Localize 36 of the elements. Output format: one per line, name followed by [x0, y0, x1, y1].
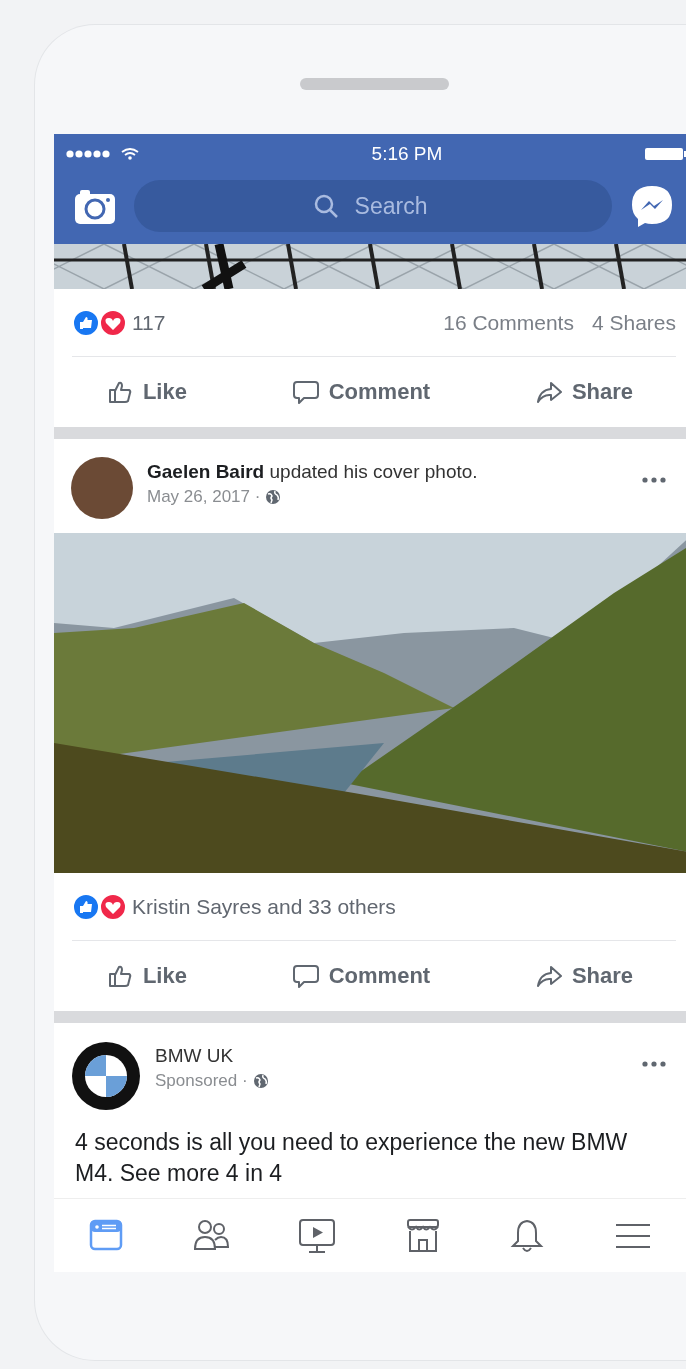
share-button[interactable]: Share [527, 959, 642, 993]
logo-icon[interactable] [71, 1041, 141, 1111]
comment-count[interactable]: 16 Comments [443, 310, 574, 335]
globe-icon [252, 1073, 269, 1089]
comment-button[interactable]: Comment [284, 375, 439, 409]
post-title: BMW UK [155, 1045, 235, 1067]
like-icon [106, 379, 133, 405]
comment-button[interactable]: Comment [284, 959, 439, 993]
signal-wifi-icon [66, 147, 140, 161]
reaction-summary[interactable]: Kristin Sayres and 33 others [132, 894, 396, 919]
search-field[interactable]: Search [134, 180, 612, 232]
post-title: Gaelen Baird updated his cover photo. [147, 461, 479, 483]
more-icon[interactable] [642, 1061, 666, 1067]
globe-icon [265, 489, 282, 505]
battery-icon [644, 147, 686, 161]
status-time: 5:16 PM [371, 143, 443, 165]
like-button[interactable]: Like [98, 959, 195, 993]
camera-icon[interactable] [74, 188, 116, 224]
comment-icon [292, 379, 319, 405]
post-text: 4 seconds is all you need to experience the new BMW M4. See more 4 in 4 [74, 1128, 629, 1188]
watch-tab-icon[interactable] [298, 1216, 337, 1255]
share-icon [535, 379, 562, 405]
search-icon [313, 193, 339, 219]
like-button[interactable]: Like [98, 375, 195, 409]
like-icon [106, 963, 133, 989]
messenger-icon[interactable] [630, 184, 674, 228]
share-button[interactable]: Share [527, 375, 642, 409]
post-subtitle: May 26, 2017 · [147, 487, 261, 507]
reaction-summary[interactable]: 117 [132, 310, 166, 335]
share-icon [535, 963, 562, 989]
post-subtitle: Sponsored · [155, 1071, 248, 1091]
more-icon[interactable] [642, 477, 666, 483]
comment-icon [292, 963, 319, 989]
share-count[interactable]: 4 Shares [591, 310, 676, 335]
reaction-icons [72, 308, 128, 337]
reaction-icons [72, 892, 128, 921]
